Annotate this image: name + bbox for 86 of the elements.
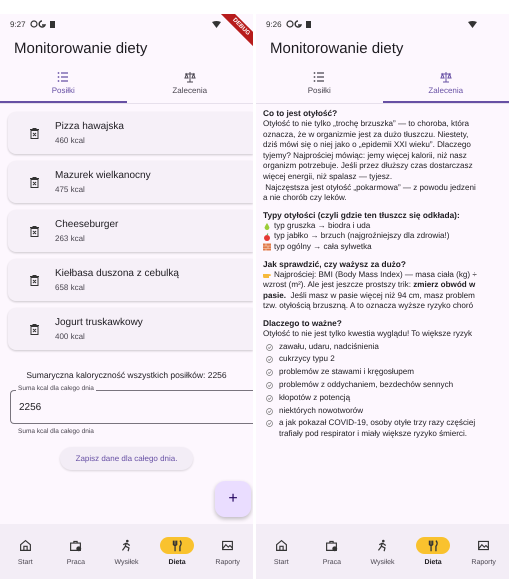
- section-heading: Typy otyłości (czyli gdzie ten tłuszcz się odkłada):: [263, 210, 461, 221]
- tab[interactable]: Zalecenia: [382, 65, 509, 103]
- check-circle-icon: [266, 420, 273, 428]
- tab[interactable]: Zalecenia: [126, 65, 253, 103]
- calorie-summary: Sumaryczna kaloryczność wszystkich posiłków: 2256: [25, 370, 228, 380]
- briefcase-icon: [69, 539, 82, 552]
- wifi-icon: [212, 20, 221, 28]
- tab[interactable]: Posiłki: [256, 65, 382, 103]
- list-item-text: problemów ze stawami i kręgosłupem: [279, 367, 414, 378]
- trash-icon: [30, 176, 39, 188]
- picture-frame-icon: [221, 539, 234, 552]
- list-item-text: a jak pokazał COVID-19, osoby otyłe trzy razy częściej trafiały pod respirator i miały większe ryzyko śmierci.: [279, 418, 476, 440]
- body-text-line: typ ogólny → cała sylwetka: [274, 242, 372, 253]
- app-title: Monitorowanie diety: [13, 39, 148, 59]
- body-text-line: pasie. Jeśli masz w pasie więcej niż 94 cm, masz problem: [263, 290, 476, 302]
- meal-name: Pizza hawajska: [55, 121, 124, 132]
- fork-knife-icon: [170, 539, 184, 552]
- body-text-line: a nie chorób czy leków.: [263, 193, 348, 204]
- meal-calories: 658 kcal: [55, 283, 86, 292]
- list-item-text: cukrzycy typu 2: [279, 354, 335, 366]
- meal-calories: 460 kcal: [55, 136, 86, 145]
- meal-calories: 263 kcal: [55, 234, 86, 243]
- status-time: 9:27: [10, 20, 26, 28]
- body-text-line: wzrost (m²). Ale jest jeszcze prostszy trik: zmierz obwód w: [263, 280, 476, 291]
- scale-icon: [440, 71, 452, 83]
- check-circle-icon: [266, 369, 273, 376]
- runner-icon: [376, 539, 389, 552]
- body-text-line: tzw. otyłością brzuszną. A to oznacza wyższe ryzyko choró: [263, 301, 474, 312]
- status-time: 9:26: [266, 20, 282, 28]
- body-text-line: organizm potrzebuje. Jeśli przez dłuższy czas dostarczasz: [263, 161, 474, 172]
- tab[interactable]: Posiłki: [0, 65, 126, 103]
- list-icon: [313, 71, 326, 83]
- home-icon: [18, 539, 32, 552]
- apple-icon: [263, 232, 271, 241]
- body-text-line: Otyłość to nie tylko „trochę brzuszka” — to choroba, która: [263, 119, 470, 130]
- section-heading: Dlaczego to ważne?: [263, 318, 343, 329]
- check-circle-icon: [266, 356, 273, 364]
- meal-name: Cheeseburger: [55, 219, 118, 230]
- add-button[interactable]: +: [215, 481, 251, 517]
- trash-icon: [30, 226, 39, 236]
- body-text-line: Najczęstsza jest otyłość „pokarmowa” — z powodu jedzeni: [264, 182, 477, 194]
- check-circle-icon: [266, 394, 273, 402]
- check-circle-icon: [266, 344, 273, 351]
- pear-icon: [263, 222, 271, 230]
- section-heading: Co to jest otyłość?: [263, 108, 338, 119]
- meal-name: Jogurt truskawkowy: [55, 317, 143, 328]
- meal-card[interactable]: Cheeseburger 263 kcal: [8, 210, 253, 252]
- check-circle-icon: [266, 408, 273, 415]
- meal-card[interactable]: Jogurt truskawkowy 400 kcal: [8, 308, 253, 350]
- home-icon: [274, 539, 288, 552]
- check-circle-icon: [266, 382, 273, 390]
- meal-card[interactable]: Kiełbasa duszona z cebulką 658 kcal: [8, 259, 253, 301]
- save-button[interactable]: Zapisz dane dla całego dnia.: [60, 447, 194, 470]
- status-icons: [286, 20, 312, 28]
- section-heading: Jak sprawdzić, czy ważysz za dużo?: [263, 258, 407, 270]
- meal-name: Kiełbasa duszona z cebulką: [55, 268, 179, 279]
- list-item-text: problemów z oddychaniem, bezdechów sennych: [279, 380, 454, 391]
- body-text-line: dziś mówi się o niej jako o „epidemii XXI wieku”. Dlaczego: [263, 140, 472, 151]
- meal-name: Mazurek wielkanocny: [55, 170, 151, 181]
- list-item-text: kłopotów z potencją: [279, 392, 350, 404]
- trash-icon: [30, 274, 39, 286]
- list-item-text: niektórych nowotworów: [279, 406, 364, 416]
- meal-calories: 475 kcal: [55, 185, 86, 194]
- body-text-line: więcej energii, niż spalasz — tyjesz.: [263, 172, 394, 183]
- runner-icon: [120, 539, 133, 552]
- brick-icon: [263, 243, 271, 252]
- trash-icon: [30, 128, 39, 138]
- body-text-line: Najprościej: BMI (Body Mass Index) — masa ciała (kg) ÷: [274, 270, 477, 280]
- meal-card[interactable]: Mazurek wielkanocny 475 kcal: [8, 161, 253, 203]
- body-text-line: oznacza, że w organizmie jest za dużo tłuszczu. Niestety,: [263, 130, 470, 140]
- body-text-line: Otyłość to nie jest tylko kwestia wyglądu! To większe ryzyk: [263, 328, 474, 340]
- wifi-icon: [468, 20, 477, 28]
- list-item-text: zawału, udaru, nadciśnienia: [279, 342, 379, 352]
- body-text-line: typ gruszka → biodra i uda: [274, 220, 370, 232]
- body-text-line: typ jabłko → brzuch (najgroźniejszy dla zdrowia!): [274, 231, 450, 242]
- picture-frame-icon: [477, 539, 490, 552]
- body-text-line: tyjemy? Najprościej mówiąc: jemy więcej kalorii, niż nasz: [263, 150, 468, 162]
- trash-icon: [30, 324, 39, 334]
- fork-knife-icon: [426, 539, 440, 552]
- status-icons: [30, 20, 56, 28]
- scale-icon: [184, 71, 196, 83]
- app-title: Monitorowanie diety: [269, 39, 404, 59]
- meal-card[interactable]: Pizza hawajska 460 kcal: [8, 112, 253, 154]
- list-icon: [57, 71, 70, 83]
- meal-calories: 400 kcal: [55, 332, 86, 341]
- briefcase-icon: [325, 539, 338, 552]
